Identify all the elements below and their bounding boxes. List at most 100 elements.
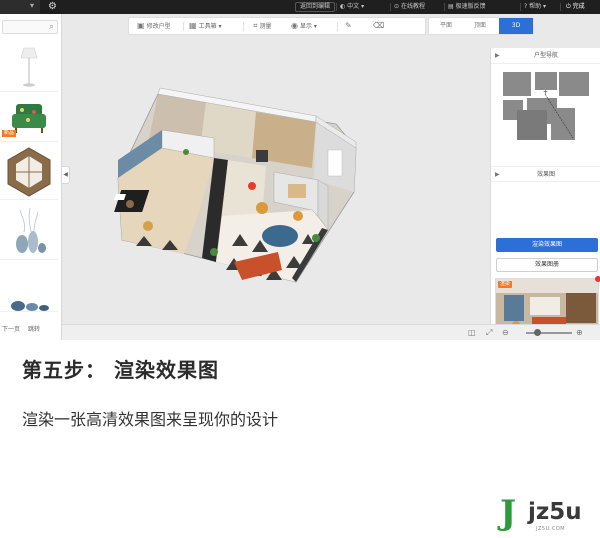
armchair-right: [293, 211, 303, 221]
eraser-icon: ⌫: [373, 21, 385, 30]
tab-ceiling[interactable]: 顶面: [463, 18, 497, 34]
help-button[interactable]: ? 帮助 ▾: [524, 2, 546, 12]
tab-3d[interactable]: 3D: [499, 18, 533, 34]
main-toolbar: ▣ 修改户型 ▦ 工具箱 ▾ ⌗ 测量 ◉ 显示 ▾ ✎ ⌫: [128, 17, 426, 35]
tab-plan[interactable]: 平面: [429, 18, 463, 34]
kitchen-appliance: [256, 150, 268, 162]
wall-painting: [288, 184, 306, 198]
camera-icon[interactable]: ◫: [468, 327, 476, 339]
plant: [210, 248, 218, 256]
floor-nav-header[interactable]: ▶ 户型导航: [491, 48, 600, 64]
divider: [390, 3, 391, 11]
catalog-item-floor-lamp[interactable]: [0, 40, 58, 92]
edit-floorplan-tool[interactable]: ▣ 修改户型: [137, 18, 171, 34]
edit-floorplan-label: 修改户型: [146, 23, 171, 30]
brush-tool[interactable]: ✎: [345, 18, 354, 34]
toolbox-tool[interactable]: ▦ 工具箱 ▾: [189, 18, 222, 34]
render-gallery-button[interactable]: 效果图册: [496, 258, 598, 272]
catalog-item-decor[interactable]: [0, 262, 58, 312]
divider: [560, 3, 561, 11]
catalog-item-armchair[interactable]: 新品: [0, 94, 58, 142]
bottom-status-bar: ◫ ⤢ ⊖ ⊕: [62, 324, 600, 340]
zoom-slider-handle[interactable]: [534, 329, 541, 336]
online-tutorial-label: 在线教程: [400, 3, 425, 10]
logo-text: jz5u: [528, 499, 582, 525]
logo-subtext: JZ5U.COM: [536, 526, 566, 532]
done-label: 完成: [572, 3, 585, 10]
eraser-tool[interactable]: ⌫: [373, 18, 386, 34]
fullscreen-icon[interactable]: ⤢: [486, 327, 492, 339]
render-image-button[interactable]: 渲染效果图: [496, 238, 598, 252]
living-room-rug: [262, 225, 298, 247]
zoom-out-icon[interactable]: ⊖: [502, 327, 509, 339]
svg-text:+: +: [543, 89, 548, 96]
step-description: 渲染一张高清效果图来呈现你的设计: [22, 410, 279, 429]
zoom-slider-track[interactable]: [526, 332, 572, 334]
hexagon-shelf-thumbnail: [7, 147, 51, 197]
divider: [444, 3, 445, 11]
catalog-item-vases[interactable]: [0, 202, 58, 260]
power-icon: ⏻: [566, 3, 573, 10]
vases-thumbnail: [16, 207, 46, 253]
render-header[interactable]: ▶ 效果图: [491, 166, 600, 182]
catalog-item-hexagon-shelf[interactable]: [0, 144, 58, 200]
tutorial-icon: ⊙: [394, 3, 401, 10]
floor-nav-minimap[interactable]: +: [499, 68, 595, 144]
brush-icon: ✎: [345, 21, 352, 30]
decor-thumbnail: [11, 301, 49, 311]
bedroom-stool: [126, 200, 134, 208]
divider: [183, 22, 184, 31]
toolbox-label: 工具箱: [198, 23, 217, 30]
help-label: 帮助: [529, 3, 542, 10]
search-icon[interactable]: ⌕: [49, 21, 54, 33]
feedback-button[interactable]: ▤ 极速版反馈: [448, 2, 486, 12]
measure-tool[interactable]: ⌗ 测量: [253, 18, 272, 34]
kitchen-stool-red: [248, 182, 256, 190]
chevron-down-icon[interactable]: ▾: [30, 1, 34, 10]
eye-icon: ◉: [291, 21, 298, 30]
language-selector[interactable]: ◐ 中文 ▾: [340, 2, 364, 12]
bed-pillow: [114, 194, 126, 200]
feedback-icon: ▤: [448, 3, 456, 10]
catalog-panel: ⌕ 新品 下一页 跳转: [0, 14, 62, 340]
3d-floorplan-viewport[interactable]: [66, 40, 490, 320]
divider: [520, 3, 521, 11]
new-badge: 新品: [2, 130, 17, 137]
display-label: 显示: [299, 23, 312, 30]
logo-mark: J: [500, 493, 517, 533]
done-button[interactable]: ⏻ 完成: [566, 2, 585, 12]
top-bar: ▾ ⚙ 返回到编辑 ◐ 中文 ▾ ⊙ 在线教程 ▤ 极速版反馈 ? 帮助 ▾ ⏻…: [0, 0, 600, 14]
feedback-label: 极速版反馈: [455, 3, 486, 10]
render-badge: 渲染: [498, 281, 513, 288]
caret-right-icon: ▶: [495, 171, 500, 178]
divider: [336, 3, 337, 11]
display-tool[interactable]: ◉ 显示 ▾: [291, 18, 317, 34]
zoom-in-icon[interactable]: ⊕: [576, 327, 583, 339]
toolbox-icon: ▦: [189, 21, 197, 30]
jz5u-logo: J jz5u JZ5U.COM: [496, 493, 592, 537]
caret-right-icon: ▶: [495, 52, 500, 59]
online-tutorial-button[interactable]: ⊙ 在线教程: [394, 2, 425, 12]
gear-icon[interactable]: ⚙: [48, 0, 57, 14]
measure-icon: ⌗: [253, 21, 258, 30]
jump-link[interactable]: 跳转: [28, 326, 40, 333]
bath-cabinet: [327, 149, 343, 177]
right-panel: ▶ 户型导航 + ▶ 效果图 渲染效果图 效果图册 渲染: [490, 48, 600, 340]
divider: [243, 22, 244, 31]
close-dot-icon[interactable]: [595, 276, 600, 282]
measure-label: 测量: [259, 23, 272, 30]
next-page-link[interactable]: 下一页: [2, 326, 20, 333]
divider: [337, 22, 338, 31]
render-title: 效果图: [536, 171, 555, 178]
design-app-screenshot: ▾ ⚙ 返回到编辑 ◐ 中文 ▾ ⊙ 在线教程 ▤ 极速版反馈 ? 帮助 ▾ ⏻…: [0, 0, 600, 340]
catalog-pagination: 下一页 跳转: [2, 324, 46, 333]
step-title: 第五步： 渲染效果图: [22, 358, 219, 382]
floorplan-edit-icon: ▣: [137, 21, 145, 30]
catalog-search-input[interactable]: ⌕: [2, 20, 58, 34]
view-mode-tabs: 平面 顶面 3D: [428, 17, 534, 35]
language-label: 中文: [347, 3, 360, 10]
bedroom-chair: [143, 221, 153, 231]
back-to-edit-button[interactable]: 返回到编辑: [295, 2, 336, 12]
plant: [183, 149, 189, 155]
floor-nav-title: 户型导航: [533, 52, 558, 59]
